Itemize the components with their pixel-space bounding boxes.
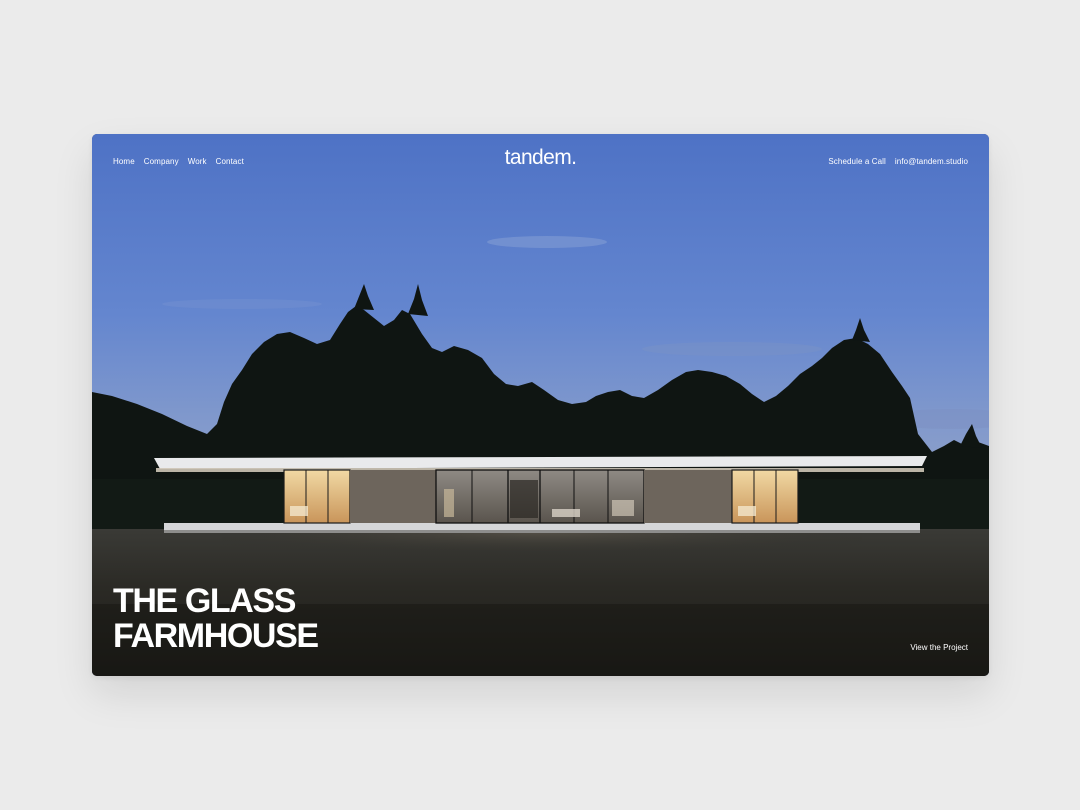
- view-project-link[interactable]: View the Project: [910, 643, 968, 652]
- secondary-nav: Schedule a Call info@tandem.studio: [828, 157, 968, 166]
- hero-title-line-2: FARMHOUSE: [113, 617, 319, 655]
- hero-card: Home Company Work Contact tandem. Schedu…: [92, 134, 989, 676]
- hero-title-line-1: THE GLASS: [113, 582, 296, 620]
- hero-title: THE GLASS FARMHOUSE: [113, 582, 319, 655]
- schedule-call-link[interactable]: Schedule a Call: [828, 157, 886, 166]
- email-link[interactable]: info@tandem.studio: [895, 157, 968, 166]
